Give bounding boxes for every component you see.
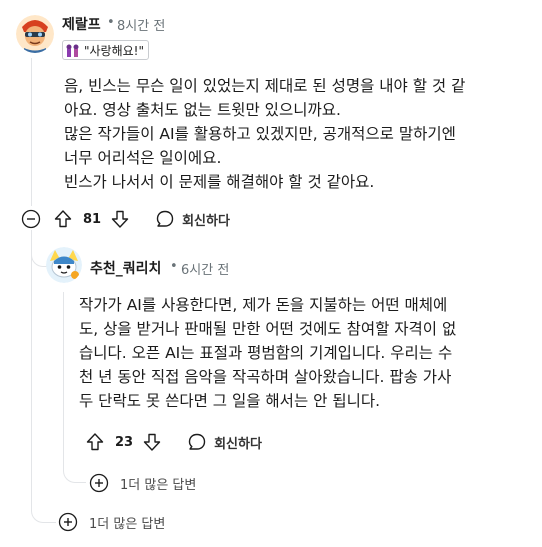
more-replies-button[interactable]: 1더 많은 답변 bbox=[58, 512, 165, 532]
timestamp[interactable]: 8시간 전 bbox=[117, 15, 165, 34]
comment-actions: 81 회신하다 bbox=[52, 208, 230, 230]
reply-paragraph: 작가가 AI를 사용한다면, 제가 돈을 지불하는 어떤 매체에 도, 상을 받… bbox=[79, 296, 457, 410]
reply-label: 회신하다 bbox=[182, 213, 230, 229]
upvote-button[interactable] bbox=[84, 431, 106, 453]
plus-circle-icon bbox=[89, 473, 109, 493]
reply-body: 작가가 AI를 사용한다면, 제가 돈을 지불하는 어떤 매체에 도, 상을 받… bbox=[79, 293, 534, 413]
thread-line-main[interactable] bbox=[31, 58, 32, 206]
plus-circle-icon bbox=[58, 512, 78, 532]
collapse-icon bbox=[21, 209, 41, 229]
upvote-button[interactable] bbox=[52, 208, 74, 230]
reply-button[interactable]: 회신하다 bbox=[155, 209, 230, 229]
comment-paragraph: 빈스가 나서서 이 문제를 해결해야 할 것 같아요. bbox=[64, 173, 375, 191]
flair-emoji-icon bbox=[65, 43, 81, 57]
vote-count: 81 bbox=[83, 211, 102, 227]
comment-bubble-icon bbox=[188, 433, 206, 450]
downvote-arrow-icon bbox=[111, 210, 129, 228]
more-replies-label: 1더 많은 답변 bbox=[89, 516, 166, 532]
reply-actions: 23 회신하다 bbox=[84, 431, 262, 453]
downvote-arrow-icon bbox=[143, 433, 161, 451]
avatar[interactable] bbox=[46, 247, 82, 283]
more-replies-label: 1더 많은 답변 bbox=[120, 477, 197, 493]
reply-label: 회신하다 bbox=[214, 436, 262, 452]
comment-bubble-icon bbox=[156, 210, 174, 227]
thread-line-reply[interactable] bbox=[63, 292, 64, 467]
username[interactable]: 제랄프 bbox=[62, 14, 101, 34]
upvote-arrow-icon bbox=[86, 433, 104, 451]
flair-text: "사랑해요!" bbox=[84, 43, 145, 58]
upvote-arrow-icon bbox=[54, 210, 72, 228]
username[interactable]: 추천_쿼리치 bbox=[90, 258, 161, 278]
comment-paragraph: 음, 빈스는 무슨 일이 있었는지 제대로 된 성명을 내야 할 것 같 아요.… bbox=[64, 77, 466, 119]
thread-connector-more-outer bbox=[31, 500, 56, 523]
avatar[interactable] bbox=[16, 15, 54, 53]
downvote-button[interactable] bbox=[109, 208, 131, 230]
user-flair: "사랑해요!" bbox=[62, 40, 150, 60]
comment-paragraph: 많은 작가들이 AI를 활용하고 있겠지만, 공개적으로 말하기엔 너무 어리석… bbox=[64, 125, 456, 167]
more-replies-button[interactable]: 1더 많은 답변 bbox=[89, 473, 196, 493]
thread-connector-more-inner bbox=[63, 462, 86, 483]
meta-separator: • bbox=[170, 259, 178, 274]
thread-line-main-lower[interactable] bbox=[31, 230, 32, 510]
collapse-button[interactable] bbox=[21, 209, 41, 229]
downvote-button[interactable] bbox=[141, 431, 163, 453]
meta-separator: • bbox=[107, 15, 115, 30]
vote-count: 23 bbox=[115, 434, 134, 450]
comment-body: 음, 빈스는 무슨 일이 있었는지 제대로 된 성명을 내야 할 것 같 아요.… bbox=[64, 74, 534, 194]
timestamp[interactable]: 6시간 전 bbox=[181, 259, 229, 278]
reply-button[interactable]: 회신하다 bbox=[187, 432, 262, 452]
